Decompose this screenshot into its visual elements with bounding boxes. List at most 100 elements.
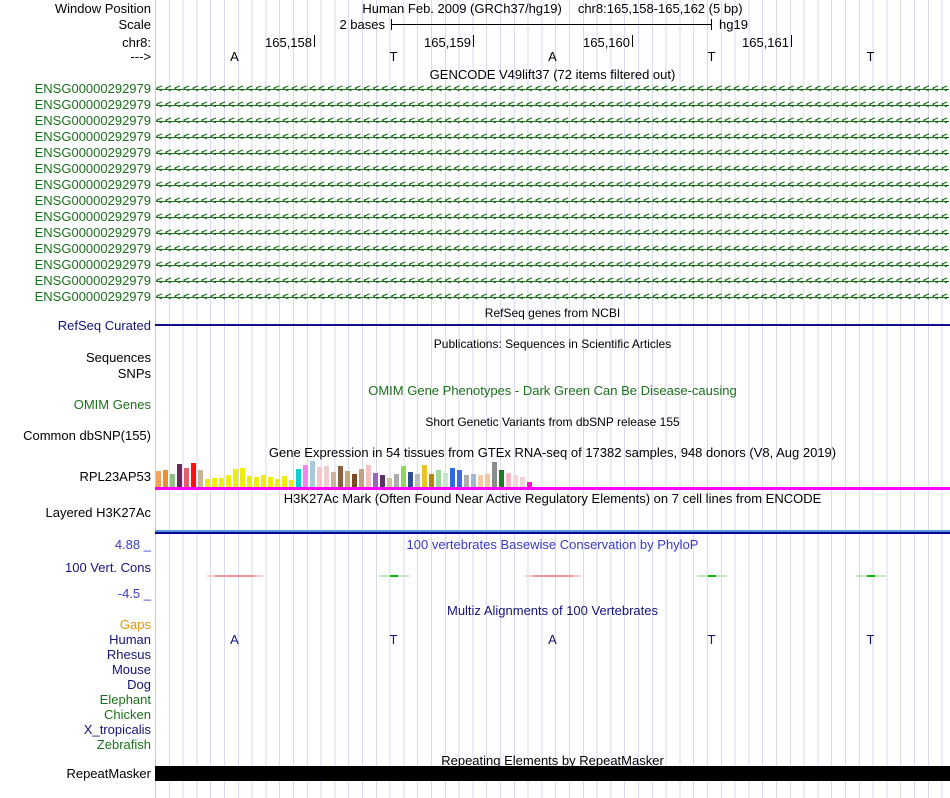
phylop-track-title[interactable]: 100 vertebrates Basewise Conservation by… [155,538,950,552]
gene-id-label[interactable]: ENSG00000292979 [0,290,151,304]
gene-id-label[interactable]: ENSG00000292979 [0,82,151,96]
gtex-tissue-bar[interactable] [401,466,406,487]
gene-id-label[interactable]: ENSG00000292979 [0,130,151,144]
gtex-tissue-bar[interactable] [415,474,420,487]
gtex-tissue-bar[interactable] [317,467,322,487]
gene-transcript-row[interactable]: <<<<<<<<<<<<<<<<<<<<<<<<<<<<<<<<<<<<<<<<… [156,178,949,192]
multiz-species-label-gaps[interactable]: Gaps [0,618,151,632]
gtex-tissue-bar[interactable] [499,470,504,487]
gene-id-label[interactable]: ENSG00000292979 [0,98,151,112]
gene-transcript-row[interactable]: <<<<<<<<<<<<<<<<<<<<<<<<<<<<<<<<<<<<<<<<… [156,226,949,240]
dbsnp-track-title[interactable]: Short Genetic Variants from dbSNP releas… [155,415,950,429]
gtex-tissue-bar[interactable] [429,474,434,487]
gtex-tissue-bar[interactable] [422,465,427,487]
multiz-track-title[interactable]: Multiz Alignments of 100 Vertebrates [155,604,950,618]
multiz-species-label-x_tropicalis[interactable]: X_tropicalis [0,723,151,737]
snps-track-label[interactable]: SNPs [0,367,151,381]
gene-id-label[interactable]: ENSG00000292979 [0,194,151,208]
multiz-species-label-chicken[interactable]: Chicken [0,708,151,722]
gtex-tissue-bar[interactable] [247,476,252,487]
multiz-species-label-zebrafish[interactable]: Zebrafish [0,738,151,752]
gtex-tissue-bar[interactable] [198,470,203,487]
gtex-tissue-bar[interactable] [359,469,364,487]
gtex-tissue-bar[interactable] [289,480,294,487]
gtex-tissue-bar[interactable] [471,474,476,487]
phylop-track-label[interactable]: 100 Vert. Cons [0,561,151,575]
gtex-tissue-bar[interactable] [205,479,210,487]
gtex-tissue-bar[interactable] [443,473,448,487]
gene-id-label[interactable]: ENSG00000292979 [0,274,151,288]
omim-track-title[interactable]: OMIM Gene Phenotypes - Dark Green Can Be… [155,384,950,398]
strand-arrow-label[interactable]: ---> [0,50,151,64]
multiz-species-label-human[interactable]: Human [0,633,151,647]
gtex-tissue-bar[interactable] [163,470,168,487]
multiz-species-label-mouse[interactable]: Mouse [0,663,151,677]
gtex-tissue-bar[interactable] [520,477,525,487]
gtex-tissue-bar[interactable] [380,475,385,487]
refseq-track-label[interactable]: RefSeq Curated [0,319,151,333]
gtex-tissue-bar[interactable] [492,462,497,487]
gtex-tissue-bar[interactable] [394,474,399,487]
gtex-tissue-bar[interactable] [261,475,266,487]
gene-transcript-row[interactable]: <<<<<<<<<<<<<<<<<<<<<<<<<<<<<<<<<<<<<<<<… [156,194,949,208]
gene-transcript-row[interactable]: <<<<<<<<<<<<<<<<<<<<<<<<<<<<<<<<<<<<<<<<… [156,114,949,128]
gtex-tissue-bar[interactable] [268,477,273,487]
gtex-tissue-bar[interactable] [485,474,490,487]
gene-transcript-row[interactable]: <<<<<<<<<<<<<<<<<<<<<<<<<<<<<<<<<<<<<<<<… [156,82,949,96]
gtex-tissue-bar[interactable] [324,466,329,487]
gtex-tissue-bar[interactable] [408,472,413,487]
multiz-species-label-rhesus[interactable]: Rhesus [0,648,151,662]
gtex-gene-label[interactable]: RPL23AP53 [0,470,151,484]
gtex-tissue-bar[interactable] [464,475,469,487]
gtex-tissue-bar[interactable] [177,464,182,487]
gtex-tissue-bar[interactable] [240,468,245,487]
gencode-track-title[interactable]: GENCODE V49lift37 (72 items filtered out… [155,68,950,82]
gtex-tissue-bar[interactable] [436,470,441,487]
gtex-tissue-bar[interactable] [219,478,224,487]
gtex-tissue-bar[interactable] [310,461,315,487]
gene-transcript-row[interactable]: <<<<<<<<<<<<<<<<<<<<<<<<<<<<<<<<<<<<<<<<… [156,98,949,112]
gtex-tissue-bar[interactable] [226,475,231,487]
gtex-tissue-bar[interactable] [170,474,175,487]
gene-id-label[interactable]: ENSG00000292979 [0,178,151,192]
multiz-species-label-elephant[interactable]: Elephant [0,693,151,707]
gtex-tissue-bar[interactable] [450,468,455,487]
gtex-tissue-bar[interactable] [513,475,518,487]
gtex-tissue-bar[interactable] [303,465,308,487]
gtex-tissue-bar[interactable] [457,470,462,487]
gene-transcript-row[interactable]: <<<<<<<<<<<<<<<<<<<<<<<<<<<<<<<<<<<<<<<<… [156,210,949,224]
omim-track-label[interactable]: OMIM Genes [0,398,151,412]
repeatmasker-element-bar[interactable] [155,766,950,781]
gene-id-label[interactable]: ENSG00000292979 [0,242,151,256]
gene-id-label[interactable]: ENSG00000292979 [0,258,151,272]
gene-id-label[interactable]: ENSG00000292979 [0,162,151,176]
gtex-tissue-bar[interactable] [275,479,280,487]
gtex-tissue-bar[interactable] [296,469,301,487]
gene-transcript-row[interactable]: <<<<<<<<<<<<<<<<<<<<<<<<<<<<<<<<<<<<<<<<… [156,146,949,160]
h3k27ac-track-title[interactable]: H3K27Ac Mark (Often Found Near Active Re… [155,492,950,506]
gtex-track-title[interactable]: Gene Expression in 54 tissues from GTEx … [155,446,950,460]
gene-id-label[interactable]: ENSG00000292979 [0,146,151,160]
gene-id-label[interactable]: ENSG00000292979 [0,226,151,240]
gtex-tissue-bar[interactable] [352,474,357,487]
gene-transcript-row[interactable]: <<<<<<<<<<<<<<<<<<<<<<<<<<<<<<<<<<<<<<<<… [156,290,949,304]
gene-transcript-row[interactable]: <<<<<<<<<<<<<<<<<<<<<<<<<<<<<<<<<<<<<<<<… [156,274,949,288]
gene-transcript-row[interactable]: <<<<<<<<<<<<<<<<<<<<<<<<<<<<<<<<<<<<<<<<… [156,162,949,176]
gene-transcript-row[interactable]: <<<<<<<<<<<<<<<<<<<<<<<<<<<<<<<<<<<<<<<<… [156,242,949,256]
sequences-track-label[interactable]: Sequences [0,351,151,365]
gtex-tissue-bar[interactable] [254,477,259,487]
gtex-tissue-bar[interactable] [191,463,196,487]
gtex-tissue-bar[interactable] [366,465,371,487]
repeatmasker-track-label[interactable]: RepeatMasker [0,767,151,781]
refseq-curated-item[interactable] [155,324,950,326]
gtex-tissue-bar[interactable] [338,466,343,487]
multiz-species-label-dog[interactable]: Dog [0,678,151,692]
gtex-tissue-bar[interactable] [506,473,511,487]
gtex-tissue-bar[interactable] [345,471,350,487]
gene-id-label[interactable]: ENSG00000292979 [0,114,151,128]
gtex-tissue-bar[interactable] [373,473,378,487]
gtex-tissue-bar[interactable] [156,471,161,487]
gtex-tissue-bar[interactable] [233,469,238,487]
gtex-tissue-bar[interactable] [184,468,189,487]
gtex-tissue-bar[interactable] [331,472,336,487]
